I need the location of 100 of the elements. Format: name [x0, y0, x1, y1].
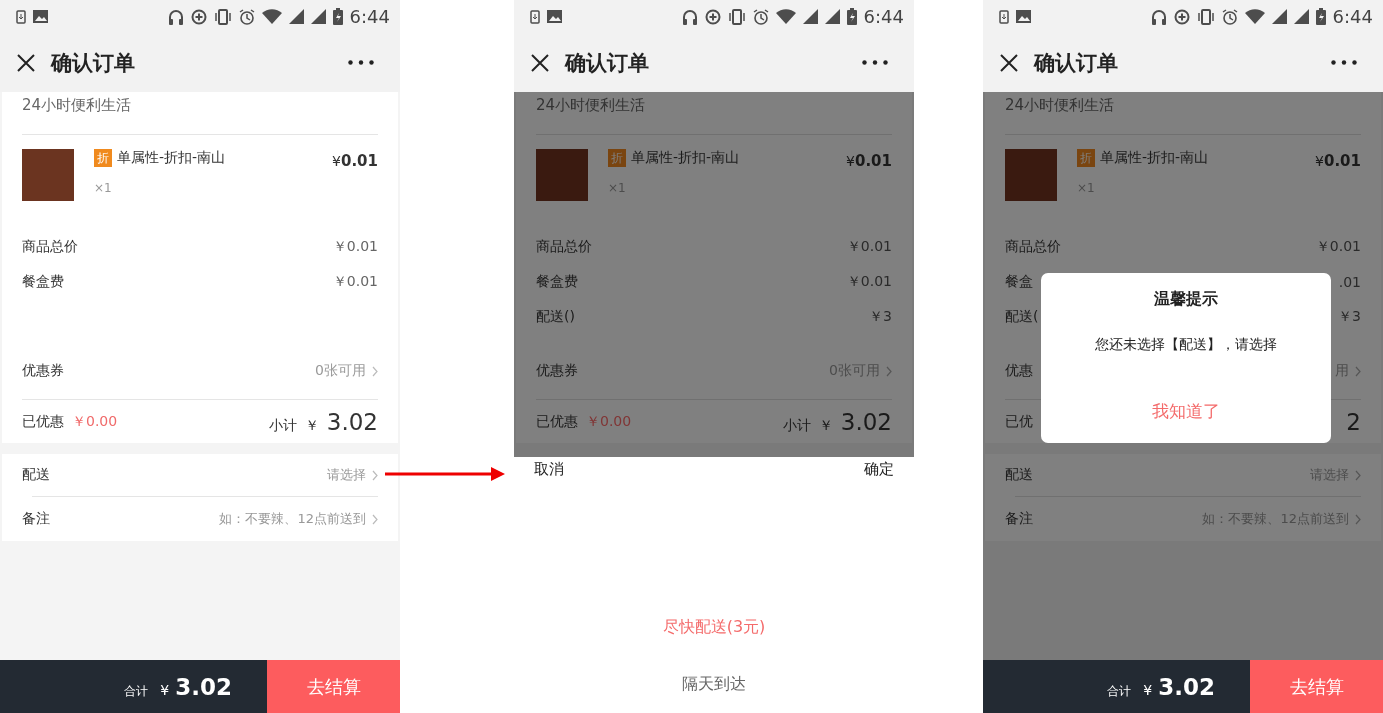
discount-label: 已优 — [1005, 412, 1033, 431]
wifi-icon — [1244, 9, 1265, 24]
chevron-icon — [372, 469, 378, 481]
chevron-icon — [1355, 365, 1361, 377]
fee-label: 商品总价 — [536, 237, 592, 256]
subtotal-value: 3.02 — [326, 408, 378, 435]
option-label: 配送 — [1005, 466, 1033, 484]
headphones-icon — [1150, 8, 1167, 25]
fee-value: ￥0.01 — [332, 237, 378, 256]
total-amount: 3.02 — [175, 673, 232, 700]
fee-label: 餐盒费 — [22, 272, 64, 291]
signal-icon — [1293, 9, 1309, 24]
wifi-icon — [261, 9, 282, 24]
confirm-button[interactable]: 确定 — [864, 460, 894, 479]
subtotal-label: 小计 — [782, 416, 811, 435]
more-icon[interactable] — [862, 60, 888, 65]
coupon-value[interactable]: 0张可用 — [315, 362, 366, 380]
fee-label: 商品总价 — [1005, 237, 1061, 256]
shop-name: 24小时便利生活 — [536, 96, 646, 114]
coupon-label: 优惠券 — [536, 362, 578, 380]
discount-value: ￥0.00 — [586, 412, 632, 431]
close-icon[interactable] — [530, 52, 550, 73]
alarm-icon — [1221, 8, 1238, 25]
total-label: 合计 — [1107, 682, 1132, 700]
page-title: 确认订单 — [565, 49, 650, 77]
signal-icon — [1271, 9, 1287, 24]
download-icon — [999, 9, 1009, 24]
item-price: ¥0.01 — [1315, 152, 1361, 170]
battery-icon — [332, 8, 343, 25]
vibrate-icon — [1196, 8, 1215, 25]
close-icon[interactable] — [16, 52, 36, 73]
page-title: 确认订单 — [1034, 49, 1119, 77]
fee-value: ￥3 — [869, 307, 892, 326]
image-icon — [33, 10, 48, 23]
fee-label: 餐盒 — [1005, 272, 1033, 291]
fee-value: .01 — [1338, 273, 1361, 290]
status-time: 6:44 — [349, 6, 390, 27]
total-amount: 3.02 — [1158, 673, 1215, 700]
plus-circle-icon — [190, 8, 207, 25]
discount-tag: 折 — [1077, 149, 1095, 167]
subtotal-label: 小计 — [268, 416, 297, 435]
chevron-icon — [1355, 469, 1361, 481]
vibrate-icon — [213, 8, 232, 25]
page-title: 确认订单 — [51, 49, 136, 77]
chevron-icon — [886, 365, 892, 377]
checkout-button[interactable]: 去结算 — [267, 660, 400, 713]
option-label: 配送 — [22, 466, 50, 484]
picker-option[interactable]: 尽快配送(3元) — [662, 617, 766, 638]
plus-circle-icon — [704, 8, 721, 25]
item-price: ¥0.01 — [846, 152, 892, 170]
battery-icon — [1315, 8, 1326, 25]
more-icon[interactable] — [348, 60, 374, 65]
checkout-button[interactable]: 去结算 — [1250, 660, 1383, 713]
download-icon — [16, 9, 26, 24]
vibrate-icon — [727, 8, 746, 25]
dialog-message: 您还未选择【配送】，请选择 — [1095, 336, 1277, 354]
chevron-icon — [372, 513, 378, 525]
fee-value: ￥0.01 — [846, 272, 892, 291]
currency-symbol: ￥ — [304, 416, 319, 435]
headphones-icon — [167, 8, 184, 25]
currency-symbol: ￥ — [818, 416, 833, 435]
currency-symbol: ¥ — [160, 681, 170, 698]
cancel-button[interactable]: 取消 — [534, 460, 564, 479]
item-price: ¥0.01 — [332, 152, 378, 170]
fee-value: ￥0.01 — [846, 237, 892, 256]
dialog-ok-button[interactable]: 我知道了 — [1152, 400, 1220, 423]
total-label: 合计 — [124, 682, 149, 700]
signal-icon — [310, 9, 326, 24]
option-label: 备注 — [1005, 510, 1033, 528]
item-name: 单属性-折扣-南山 — [631, 149, 740, 167]
shop-name: 24小时便利生活 — [22, 96, 132, 114]
alarm-icon — [752, 8, 769, 25]
fee-label: 配送() — [536, 307, 575, 326]
signal-icon — [288, 9, 304, 24]
coupon-label: 优惠 — [1005, 362, 1033, 380]
discount-label: 已优惠 — [22, 412, 64, 431]
picker-option[interactable]: 隔天到达 — [682, 674, 746, 695]
fee-label: 商品总价 — [22, 237, 78, 256]
status-time: 6:44 — [863, 6, 904, 27]
item-quantity: ×1 — [94, 181, 113, 195]
signal-icon — [802, 9, 818, 24]
option-value[interactable]: 如：不要辣、12点前送到 — [219, 510, 366, 528]
battery-icon — [846, 8, 857, 25]
option-value[interactable]: 请选择 — [327, 466, 366, 484]
item-name: 单属性-折扣-南山 — [117, 149, 226, 167]
discount-label: 已优惠 — [536, 412, 578, 431]
shop-name: 24小时便利生活 — [1005, 96, 1115, 114]
more-icon[interactable] — [1331, 60, 1357, 65]
photo-placeholder — [1005, 149, 1057, 201]
coupon-label: 优惠券 — [22, 362, 64, 380]
close-icon[interactable] — [999, 52, 1019, 73]
wifi-icon — [775, 9, 796, 24]
fee-value: ￥0.01 — [1315, 237, 1361, 256]
download-icon — [530, 9, 540, 24]
signal-icon — [824, 9, 840, 24]
photo-placeholder — [536, 149, 588, 201]
fee-value: ￥0.01 — [332, 272, 378, 291]
subtotal-value: 2 — [1346, 408, 1361, 435]
currency-symbol: ¥ — [1143, 681, 1153, 698]
photo-placeholder — [22, 149, 74, 201]
